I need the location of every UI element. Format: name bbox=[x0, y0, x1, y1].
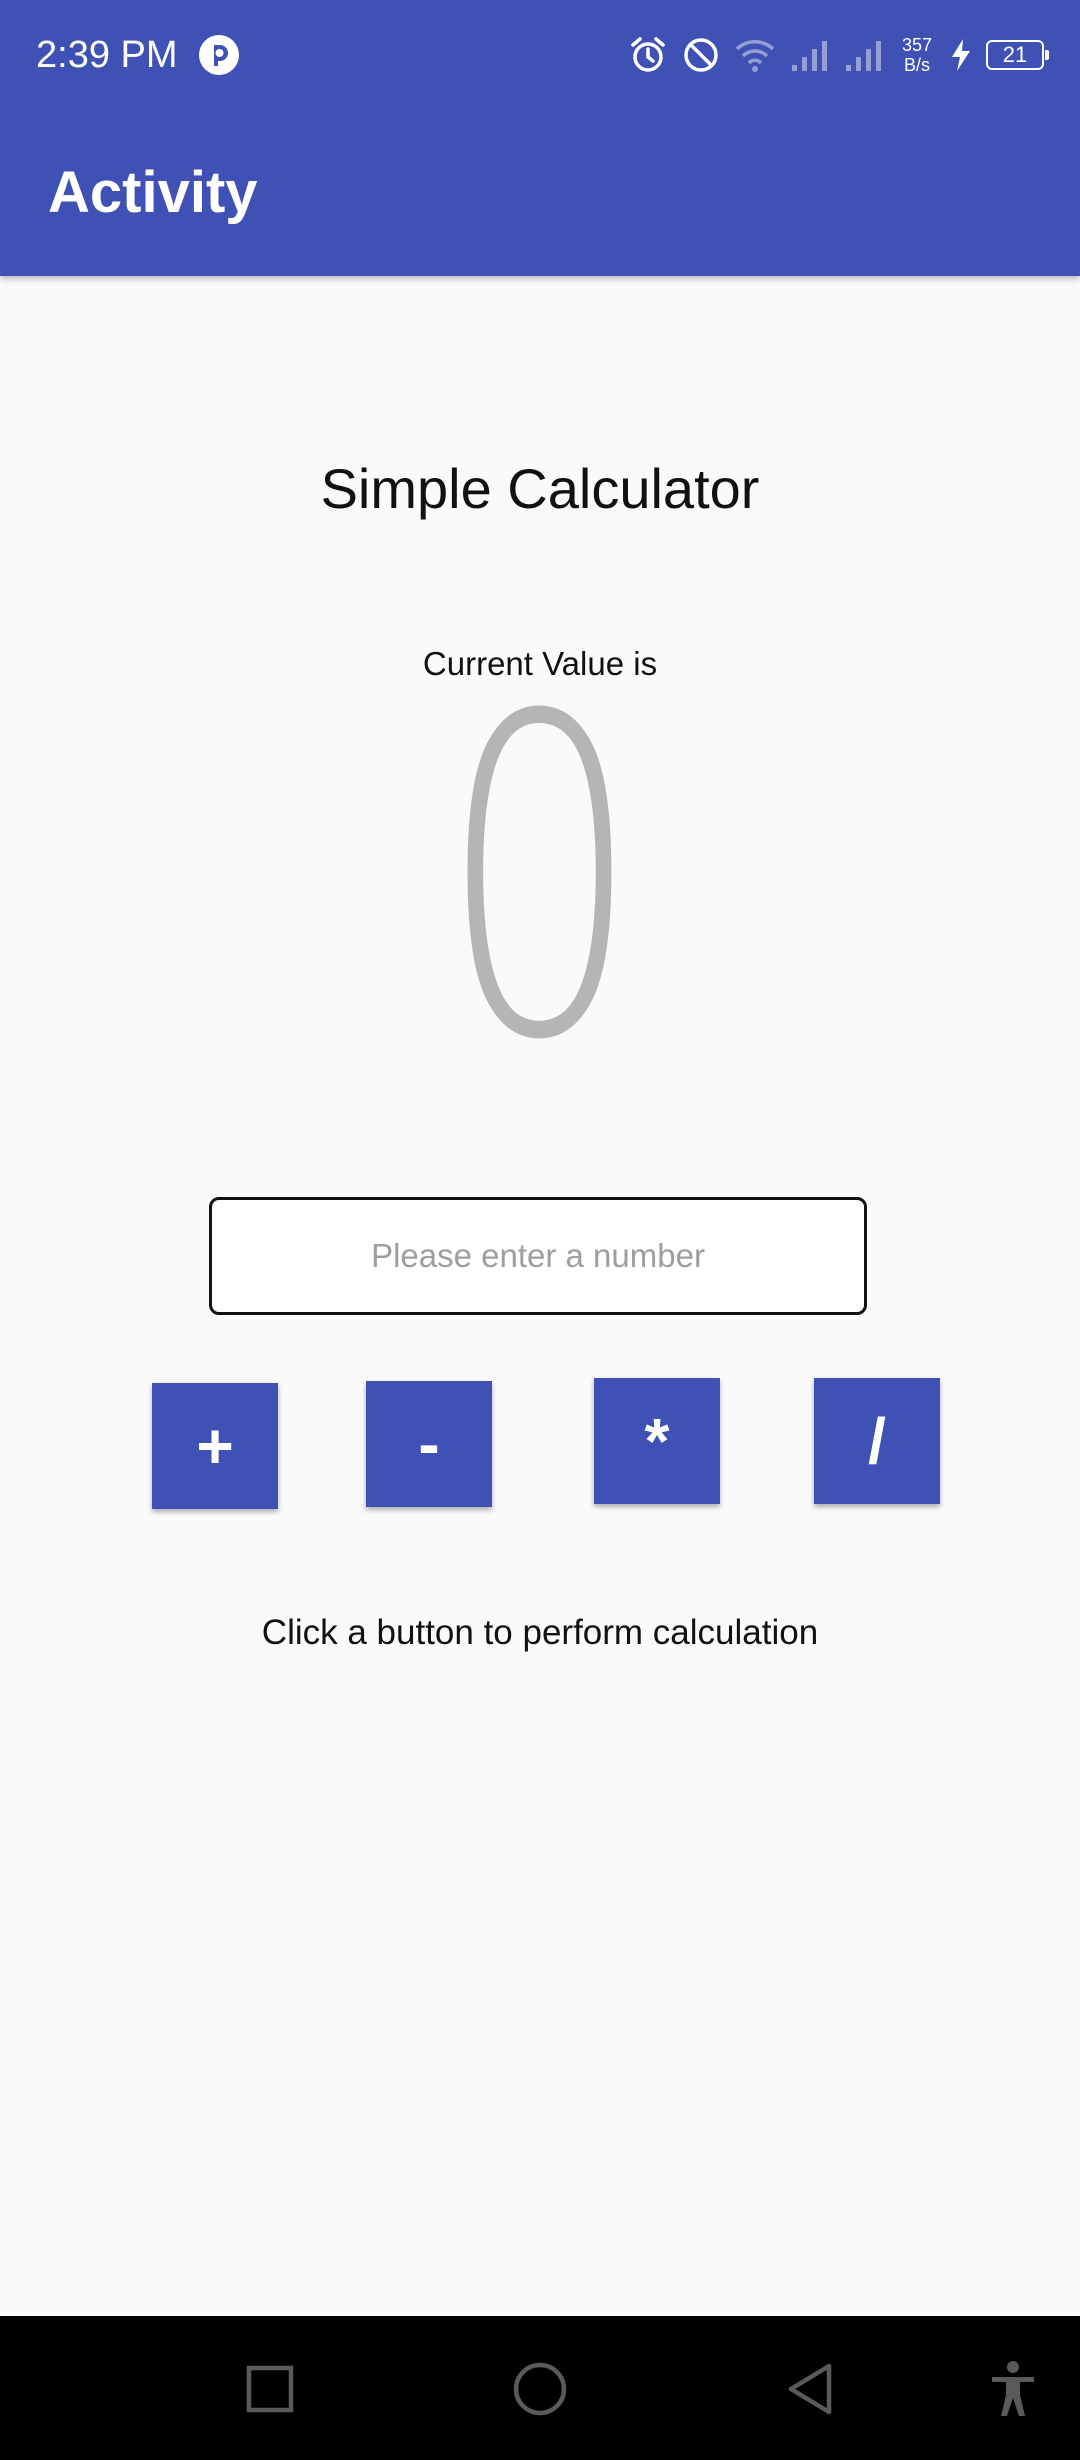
status-time: 2:39 PM bbox=[36, 34, 178, 76]
battery-level: 21 bbox=[1002, 42, 1028, 67]
charging-icon bbox=[950, 38, 972, 72]
subtract-button[interactable]: - bbox=[366, 1381, 492, 1507]
net-speed: 357 B/s bbox=[902, 35, 932, 75]
battery-icon: 21 bbox=[986, 40, 1049, 70]
current-value-display: 0 bbox=[439, 624, 641, 1136]
navigation-bar bbox=[0, 2316, 1080, 2460]
wifi-icon bbox=[734, 36, 776, 74]
recents-icon[interactable] bbox=[235, 2354, 305, 2424]
accessibility-icon[interactable] bbox=[978, 2354, 1048, 2424]
status-icons: 357 B/s 21 bbox=[628, 30, 1049, 80]
calculator-title: Simple Calculator bbox=[320, 457, 760, 520]
screen: 2:39 PM 357 B/s 21 Activity Simple Calcu… bbox=[0, 0, 1080, 2460]
app-bar-title: Activity bbox=[48, 160, 258, 225]
add-button[interactable]: + bbox=[152, 1383, 278, 1509]
instruction-text: Click a button to perform calculation bbox=[261, 1613, 819, 1652]
alarm-icon bbox=[628, 35, 668, 75]
app-notification-icon bbox=[198, 34, 240, 76]
app-header: 2:39 PM 357 B/s 21 Activity bbox=[0, 0, 1080, 276]
signal-icon bbox=[790, 37, 830, 73]
divide-button[interactable]: / bbox=[814, 1378, 940, 1504]
net-speed-unit: B/s bbox=[903, 55, 930, 75]
do-not-disturb-icon bbox=[682, 36, 720, 74]
net-speed-value: 357 bbox=[901, 35, 932, 55]
status-bar: 2:39 PM 357 B/s 21 bbox=[0, 0, 1080, 110]
home-icon[interactable] bbox=[505, 2354, 575, 2424]
back-icon[interactable] bbox=[775, 2354, 845, 2424]
number-input[interactable] bbox=[209, 1197, 867, 1315]
multiply-button[interactable]: * bbox=[594, 1378, 720, 1504]
signal-icon bbox=[844, 37, 884, 73]
